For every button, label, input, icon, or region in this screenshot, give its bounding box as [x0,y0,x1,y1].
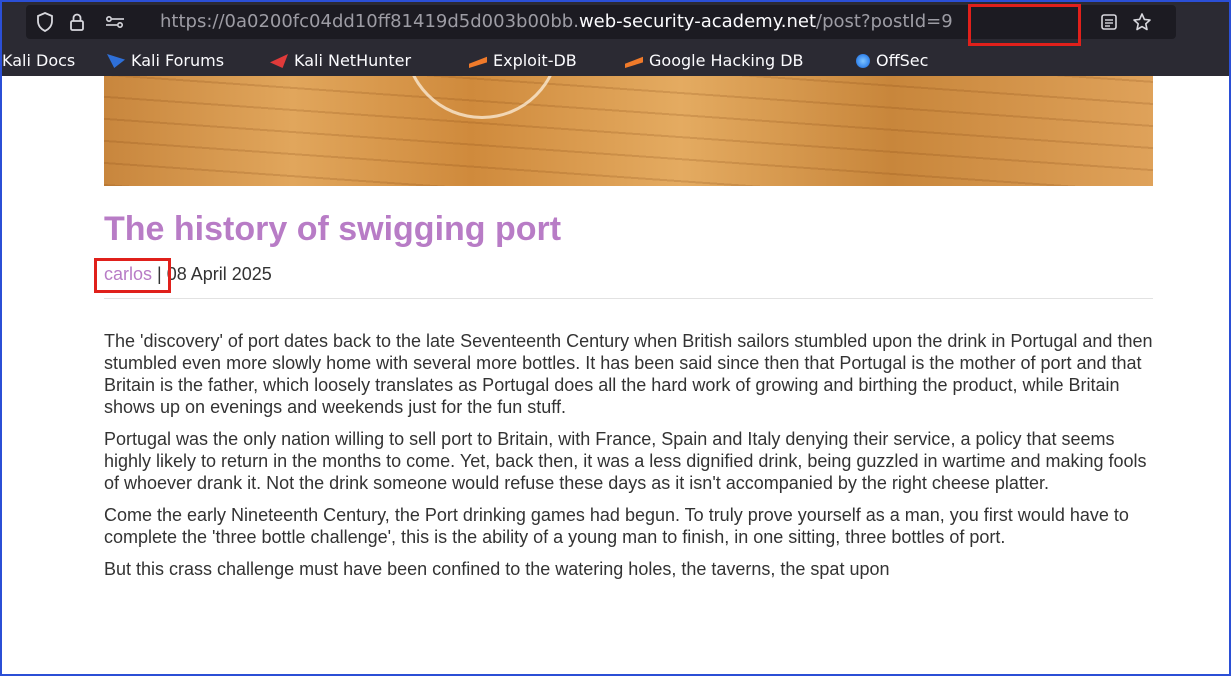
bookmark-label: Exploit-DB [493,51,577,70]
post-paragraph: Portugal was the only nation willing to … [104,429,1147,493]
author-highlight-box [94,258,171,293]
bookmark-offsec[interactable]: OffSec [856,51,928,71]
bookmarks-toolbar: Kali Docs Kali Forums Kali NetHunter Exp… [0,46,1231,76]
kali-dragon-icon [107,54,125,68]
bookmark-label: Kali NetHunter [294,51,412,70]
postid-highlight-box [968,4,1081,46]
bookmark-google-hacking-db[interactable]: Google Hacking DB [625,51,804,71]
permissions-icon[interactable] [104,12,126,37]
post-paragraph: Come the early Nineteenth Century, the P… [104,505,1129,547]
bookmark-kali-nethunter[interactable]: Kali NetHunter [270,51,411,71]
exploit-db-icon [469,56,487,68]
offsec-icon [856,54,870,68]
post-paragraph: But this crass challenge must have been … [104,559,890,579]
bookmark-label: Kali Forums [131,51,225,70]
bookmark-label: OffSec [876,51,929,70]
post-date: 08 April 2025 [166,264,272,284]
url-path: /post [816,11,861,32]
bookmark-exploit-db[interactable]: Exploit-DB [469,51,577,71]
wood-texture [104,76,1153,186]
bookmark-kali-docs[interactable]: Kali Docs [2,51,75,71]
post-title: The history of swigging port [104,210,562,248]
ghdb-icon [625,56,643,68]
lock-icon[interactable] [68,12,86,37]
bookmark-star-icon[interactable] [1132,12,1152,37]
divider [104,298,1153,299]
nethunter-icon [270,54,288,68]
post-body: The 'discovery' of port dates back to th… [104,330,1164,590]
url-host: web-security-academy.net [578,11,817,32]
bookmark-label: Kali Docs [2,51,76,70]
shield-icon[interactable] [36,12,54,37]
bookmark-kali-forums[interactable]: Kali Forums [107,51,224,71]
url-query: ?postId=9 [861,11,953,32]
post-paragraph: The 'discovery' of port dates back to th… [104,331,1153,417]
url-prefix: https://0a0200fc04dd10ff81419d5d003b00bb… [160,11,579,32]
url-text[interactable]: https://0a0200fc04dd10ff81419d5d003b00bb… [160,12,953,32]
reader-view-icon[interactable] [1100,12,1118,37]
bookmark-label: Google Hacking DB [649,51,804,70]
post-header-image [104,76,1153,186]
